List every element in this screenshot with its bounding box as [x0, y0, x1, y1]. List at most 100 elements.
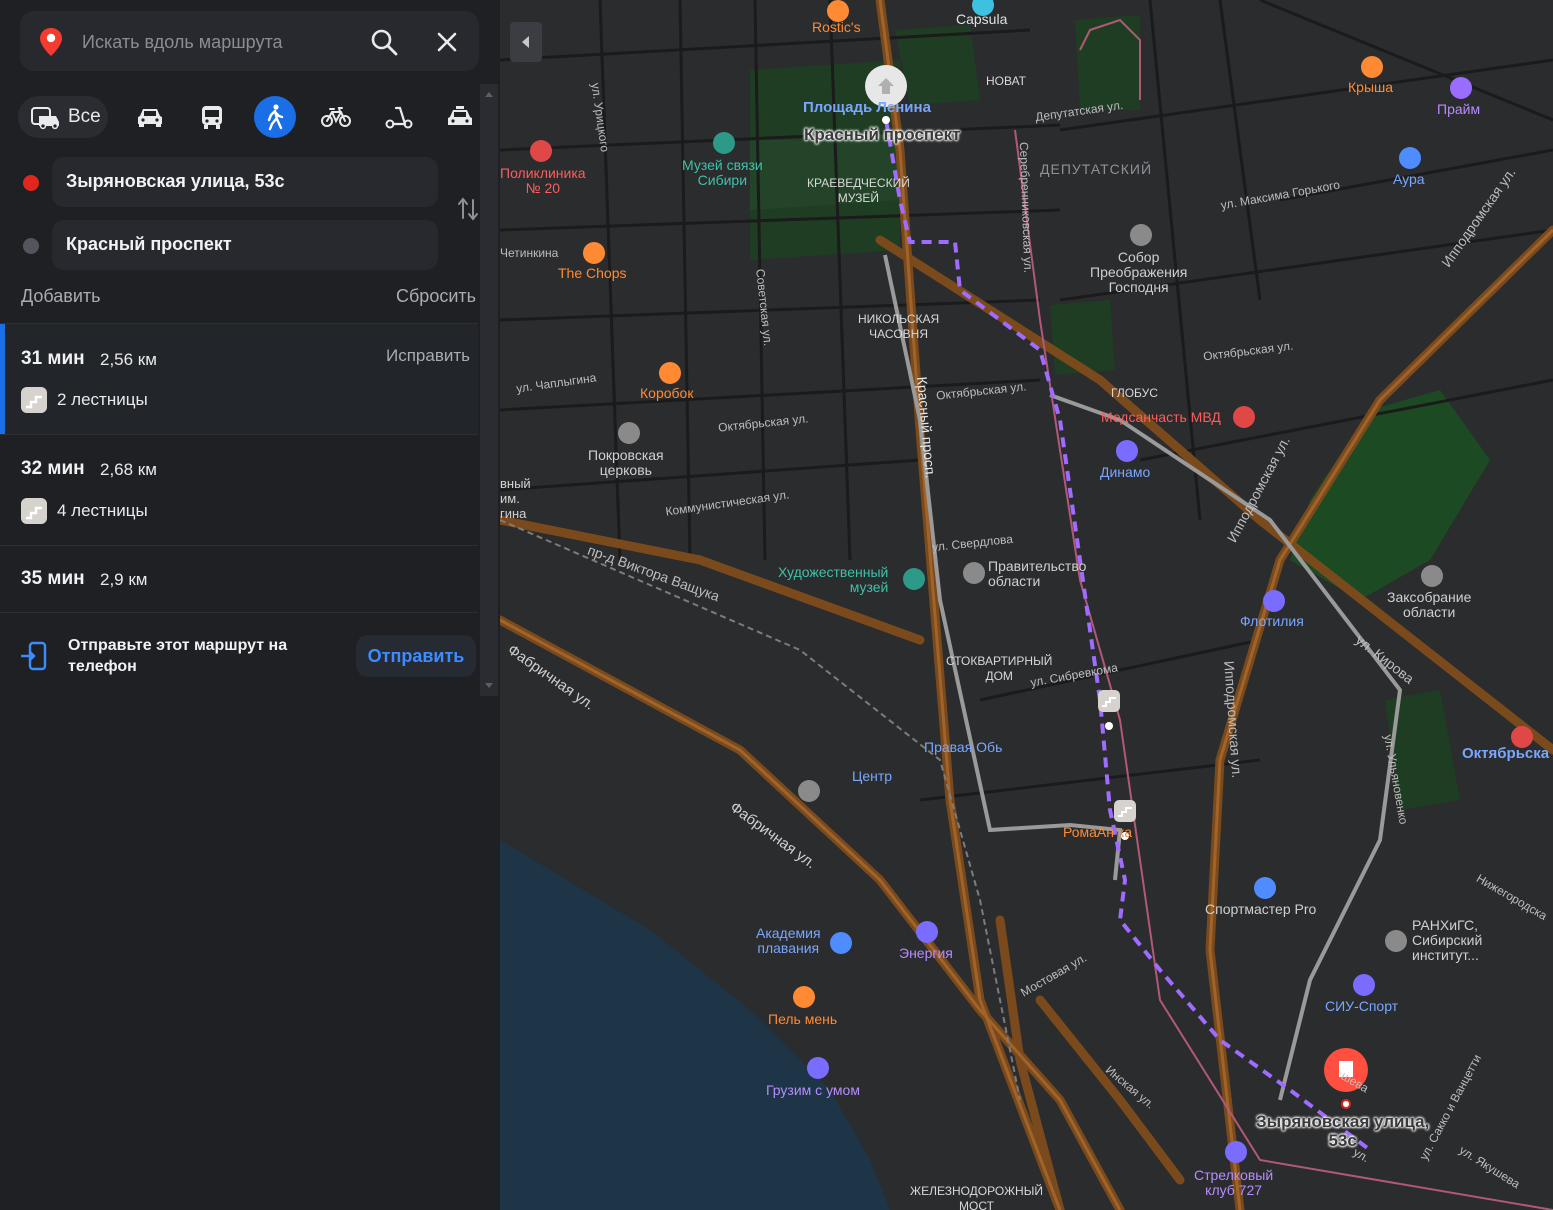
- flag-icon[interactable]: [798, 780, 820, 802]
- map-label: ЖЕЛЕЗНОДОРОЖНЫЙ МОСТ: [910, 1184, 1043, 1210]
- stairs-icon: [21, 498, 47, 524]
- mode-bike-button[interactable]: [315, 96, 357, 138]
- map-label: Спортмастер Pro: [1205, 901, 1317, 917]
- map-label: Художественный музей: [778, 564, 889, 595]
- mode-all-label: Все: [68, 106, 101, 127]
- church-icon[interactable]: [618, 422, 640, 444]
- map-label: Коробок: [640, 385, 694, 401]
- government-icon[interactable]: [963, 562, 985, 584]
- restaurant-icon[interactable]: [659, 362, 681, 384]
- shop-icon[interactable]: [807, 1057, 829, 1079]
- museum-icon[interactable]: [903, 568, 925, 590]
- museum-icon[interactable]: [713, 132, 735, 154]
- map-label: Аура: [1393, 171, 1425, 187]
- fix-route-link[interactable]: Исправить: [386, 346, 470, 366]
- map-label: Четинкина: [500, 246, 559, 260]
- panel-scrollbar[interactable]: [480, 84, 498, 696]
- map-label: КРАЕВЕДЧЕСКИЙ МУЗЕЙ: [807, 176, 910, 205]
- alt-distance: 2,56 км: [100, 350, 157, 369]
- map-label: РАНХиГС, Сибирский институт...: [1412, 917, 1483, 963]
- map-label: Заксобрание области: [1387, 589, 1472, 620]
- map-label: Rostic's: [812, 19, 861, 35]
- close-icon[interactable]: [434, 29, 460, 55]
- mode-scooter-button[interactable]: [378, 96, 420, 138]
- map-label: Грузим с умом: [766, 1082, 860, 1098]
- map-label: Крыша: [1348, 79, 1394, 95]
- mode-walk-button[interactable]: [254, 96, 296, 138]
- collapse-panel-button[interactable]: [510, 22, 542, 62]
- alt-time: 35 мин: [21, 568, 85, 589]
- bicycle-icon: [321, 107, 351, 127]
- restaurant-icon[interactable]: [1361, 56, 1383, 78]
- map-label: Поликлиника № 20: [500, 165, 586, 196]
- route-end-label: Зыряновская улица, 53с: [1256, 1112, 1430, 1150]
- map-label: СИУ-Спорт: [1325, 998, 1399, 1014]
- map-canvas[interactable]: Rostic's Capsula НОВАТ Площадь Ленина Кр…: [500, 0, 1553, 1210]
- map-label: Правая Обь: [924, 739, 1003, 755]
- search-box[interactable]: [20, 11, 479, 71]
- map-label: Прайм: [1437, 101, 1481, 117]
- scroll-up-icon[interactable]: [484, 90, 494, 98]
- search-input[interactable]: [82, 29, 352, 55]
- sport-icon[interactable]: [1116, 440, 1138, 462]
- map-label: Пель мень: [768, 1011, 838, 1027]
- shop-icon[interactable]: [1263, 590, 1285, 612]
- alt-stairs: 2 лестницы: [57, 390, 148, 409]
- education-icon[interactable]: [1385, 930, 1407, 952]
- alt-stairs: 4 лестницы: [57, 501, 148, 520]
- mode-all-button[interactable]: Все: [18, 96, 108, 138]
- venue-icon[interactable]: [1450, 77, 1472, 99]
- map-label: Динамо: [1100, 464, 1151, 480]
- map-label: Собор Преображения Господня: [1090, 249, 1188, 295]
- shop-icon[interactable]: [1399, 147, 1421, 169]
- route-from-field[interactable]: Зыряновская улица, 53с: [52, 157, 438, 207]
- pool-icon[interactable]: [830, 932, 852, 954]
- stairs-icon: [21, 387, 47, 413]
- pedestrian-icon: [267, 104, 284, 131]
- location-pin-icon: [40, 28, 62, 56]
- send-button[interactable]: Отправить: [356, 635, 476, 677]
- map-label: НИКОЛЬСКАЯ ЧАСОВНЯ: [858, 312, 940, 341]
- mode-car-button[interactable]: [129, 96, 171, 138]
- map-label: РомаАн ка: [1063, 824, 1133, 840]
- taxi-icon: [448, 106, 472, 125]
- route-from-value: Зыряновская улица, 53с: [66, 171, 285, 191]
- route-alternative-2[interactable]: 32 мин 2,68 км 4 лестницы: [0, 434, 478, 545]
- scroll-down-icon[interactable]: [484, 682, 494, 690]
- clinic-icon[interactable]: [530, 140, 552, 162]
- route-alternative-3[interactable]: 35 мин 2,9 км: [0, 545, 478, 612]
- phone-send-icon: [21, 641, 47, 671]
- car-icon: [138, 109, 162, 127]
- swap-icon[interactable]: [456, 196, 480, 222]
- map-label: Флотилия: [1240, 613, 1304, 629]
- map-label: Capsula: [956, 11, 1008, 27]
- venue-icon[interactable]: [1225, 1141, 1247, 1163]
- restaurant-icon[interactable]: [793, 986, 815, 1008]
- map-label: Октябрьска: [1462, 745, 1550, 762]
- map-label: ГЛОБУС: [1111, 386, 1158, 400]
- map-label: Правительство области: [988, 558, 1087, 589]
- church-icon[interactable]: [1130, 224, 1152, 246]
- route-panel: Все: [0, 0, 500, 1210]
- send-route-text: Отправьте этот маршрут на телефон: [68, 637, 288, 675]
- alt-time: 32 мин: [21, 458, 85, 479]
- transport-modes: Все: [18, 96, 472, 138]
- venue-icon[interactable]: [916, 921, 938, 943]
- sport-icon[interactable]: [1254, 877, 1276, 899]
- route-to-field[interactable]: Красный проспект: [52, 220, 438, 270]
- add-point-link[interactable]: Добавить: [21, 286, 101, 307]
- reset-route-link[interactable]: Сбросить: [396, 286, 476, 307]
- mode-taxi-button[interactable]: [439, 96, 481, 138]
- multimodal-icon: [31, 107, 59, 130]
- map-label: Центр: [852, 768, 893, 784]
- mode-transit-button[interactable]: [191, 96, 233, 138]
- map-label: Академия плавания: [756, 925, 821, 956]
- route-alternative-1[interactable]: 31 мин 2,56 км Исправить 2 лестницы: [0, 323, 478, 434]
- search-icon[interactable]: [370, 28, 398, 56]
- sport-icon[interactable]: [1353, 974, 1375, 996]
- map-label: Стрелковый клуб 727: [1194, 1167, 1274, 1198]
- map-label: НОВАТ: [986, 74, 1027, 88]
- hospital-icon[interactable]: [1233, 406, 1255, 428]
- bar-icon[interactable]: [583, 242, 605, 264]
- government-icon[interactable]: [1421, 565, 1443, 587]
